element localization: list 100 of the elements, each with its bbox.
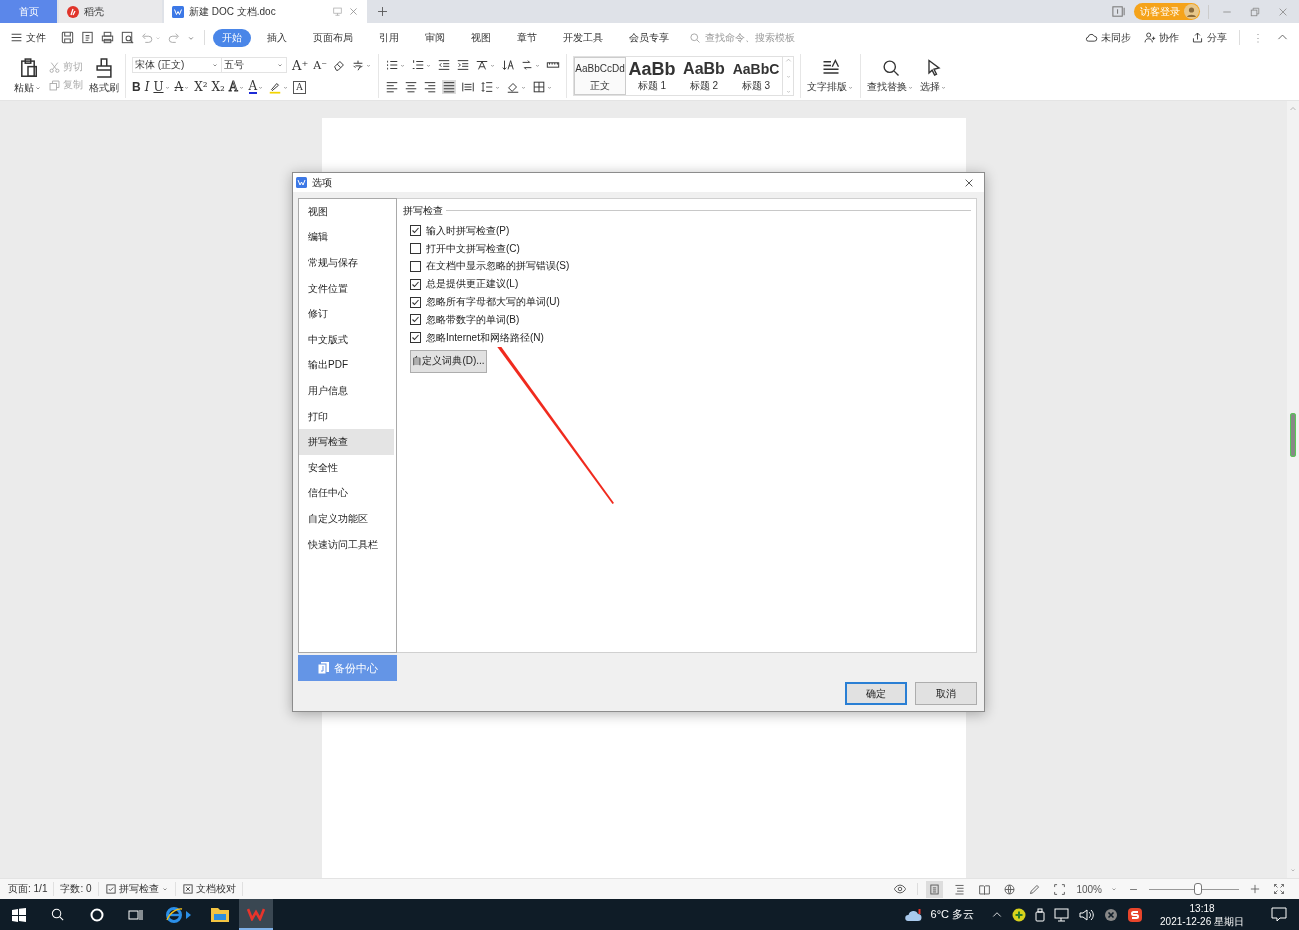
sidebar-item[interactable]: 拼写检查: [299, 429, 394, 455]
input-method-icon[interactable]: [1127, 906, 1144, 923]
menu-tab[interactable]: 审阅: [415, 28, 455, 47]
ok-button[interactable]: 确定: [845, 682, 907, 705]
text-layout-button[interactable]: 文字排版: [807, 58, 854, 94]
menu-tab[interactable]: 开发工具: [553, 28, 613, 47]
plus-circle-icon[interactable]: [1012, 907, 1027, 922]
sidebar-item[interactable]: 常规与保存: [299, 250, 394, 276]
page-view-button[interactable]: [926, 880, 944, 898]
underline-button[interactable]: U: [153, 80, 171, 94]
checkbox-option[interactable]: 忽略所有字母都大写的单词(U): [410, 293, 562, 311]
share-button[interactable]: 分享: [1191, 30, 1227, 45]
justify-button[interactable]: [442, 80, 456, 94]
sidebar-item[interactable]: 编辑: [299, 224, 394, 251]
font-color-button[interactable]: A: [248, 80, 265, 94]
grow-font-button[interactable]: A⁺: [292, 57, 309, 73]
print-preview-button[interactable]: [120, 30, 135, 45]
chinese-layout-button[interactable]: [475, 58, 496, 72]
find-replace-button[interactable]: 查找替换: [867, 58, 914, 94]
style-option[interactable]: AaBbC 标题 3: [730, 57, 782, 95]
text-direction-button[interactable]: [520, 58, 541, 72]
sidebar-item[interactable]: 文件位置: [299, 275, 394, 302]
clear-format-button[interactable]: [332, 58, 346, 72]
text-effect-button[interactable]: A: [228, 80, 245, 94]
style-option[interactable]: AaBb 标题 2: [678, 57, 730, 95]
checkbox[interactable]: [410, 225, 421, 237]
clock[interactable]: 13:18 2021-12-26 星期日: [1152, 901, 1252, 928]
increase-indent-button[interactable]: [456, 58, 470, 72]
export-button[interactable]: [80, 30, 95, 45]
style-option[interactable]: AaBbCcDd 正文: [574, 57, 626, 95]
strikethrough-button[interactable]: A: [174, 80, 191, 94]
wps-taskbar-button[interactable]: [239, 899, 273, 930]
tab[interactable]: 新建 DOC 文档.doc: [164, 0, 367, 23]
subscript-button[interactable]: X₂: [211, 80, 225, 94]
menu-tab[interactable]: 页面布局: [303, 28, 363, 47]
align-center-button[interactable]: [404, 80, 418, 94]
font-name-dropdown[interactable]: 宋体 (正文): [132, 57, 222, 73]
select-button[interactable]: 选择: [920, 58, 947, 94]
paste-button[interactable]: 粘贴: [14, 57, 42, 95]
format-painter-button[interactable]: 格式刷: [89, 57, 119, 95]
usb-drive-icon[interactable]: [1035, 907, 1046, 922]
menu-tab[interactable]: 插入: [257, 28, 297, 47]
cancel-button[interactable]: 取消: [915, 682, 977, 705]
checkbox[interactable]: [410, 243, 421, 255]
save-button[interactable]: [60, 30, 75, 45]
sidebar-item[interactable]: 输出PDF: [299, 352, 394, 379]
checkbox[interactable]: [410, 314, 421, 326]
checkbox[interactable]: [410, 261, 421, 272]
network-icon[interactable]: [1054, 907, 1071, 922]
custom-dictionary-button[interactable]: 自定义词典(D)...: [410, 349, 487, 373]
speaker-icon[interactable]: [1079, 907, 1096, 922]
style-option[interactable]: AaBb 标题 1: [626, 57, 678, 95]
file-menu[interactable]: 文件: [10, 30, 46, 45]
numbering-button[interactable]: [411, 58, 432, 72]
align-right-button[interactable]: [423, 80, 437, 94]
checkbox-option[interactable]: 忽略Internet和网络路径(N): [410, 328, 546, 347]
checkbox-option[interactable]: 在文档中显示忽略的拼写错误(S): [410, 257, 572, 276]
zoom-level[interactable]: 100%: [1076, 883, 1102, 895]
line-spacing-button[interactable]: [480, 80, 501, 94]
search-field[interactable]: 查找命令、搜索模板: [689, 31, 807, 44]
sidebar-item[interactable]: 打印: [299, 403, 394, 430]
decrease-indent-button[interactable]: [437, 58, 451, 72]
menu-tab[interactable]: 开始: [213, 28, 251, 47]
sidebar-item[interactable]: 自定义功能区: [299, 506, 394, 532]
shrink-font-button[interactable]: A⁻: [313, 58, 327, 72]
checkbox[interactable]: [410, 296, 421, 308]
scrollbar[interactable]: [1287, 101, 1299, 878]
tab[interactable]: 稻壳: [59, 0, 162, 23]
align-left-button[interactable]: [385, 80, 399, 94]
sort-button[interactable]: [501, 58, 515, 72]
print-button[interactable]: [100, 30, 115, 45]
sidebar-item[interactable]: 中文版式: [299, 326, 394, 353]
sidebar-item[interactable]: 视图: [299, 199, 394, 225]
sidebar-item[interactable]: 用户信息: [299, 378, 394, 404]
menu-tab[interactable]: 视图: [461, 28, 501, 47]
slider-thumb[interactable]: [1194, 883, 1203, 895]
sidebar-item[interactable]: 快速访问工具栏: [299, 531, 394, 558]
phonetic-guide-button[interactable]: [351, 58, 372, 72]
bullets-button[interactable]: [385, 58, 406, 72]
collaborate-button[interactable]: 协作: [1143, 30, 1179, 45]
sidebar-item[interactable]: 修订: [299, 301, 394, 327]
shading-button[interactable]: [506, 80, 527, 94]
checkbox[interactable]: [410, 332, 421, 344]
checkbox-option[interactable]: 总是提供更正建议(L): [410, 275, 521, 294]
highlight-button[interactable]: [268, 80, 290, 94]
sync-button[interactable]: 未同步: [1085, 30, 1131, 45]
superscript-button[interactable]: X²: [194, 80, 208, 94]
italic-button[interactable]: I: [144, 80, 150, 94]
menu-tab[interactable]: 章节: [507, 28, 547, 47]
character-border-button[interactable]: A: [293, 80, 306, 94]
spell-check-button[interactable]: 拼写检查: [98, 882, 176, 896]
blocked-icon[interactable]: [1104, 907, 1119, 922]
borders-button[interactable]: [532, 80, 553, 94]
fullscreen-button[interactable]: [1271, 881, 1287, 897]
sidebar-item[interactable]: 安全性: [299, 454, 394, 481]
menu-tab[interactable]: 引用: [369, 28, 409, 47]
font-size-dropdown[interactable]: 五号: [221, 57, 287, 73]
menu-tab[interactable]: 会员专享: [619, 28, 679, 47]
sidebar-item[interactable]: 信任中心: [299, 480, 394, 507]
bold-button[interactable]: B: [132, 80, 141, 94]
